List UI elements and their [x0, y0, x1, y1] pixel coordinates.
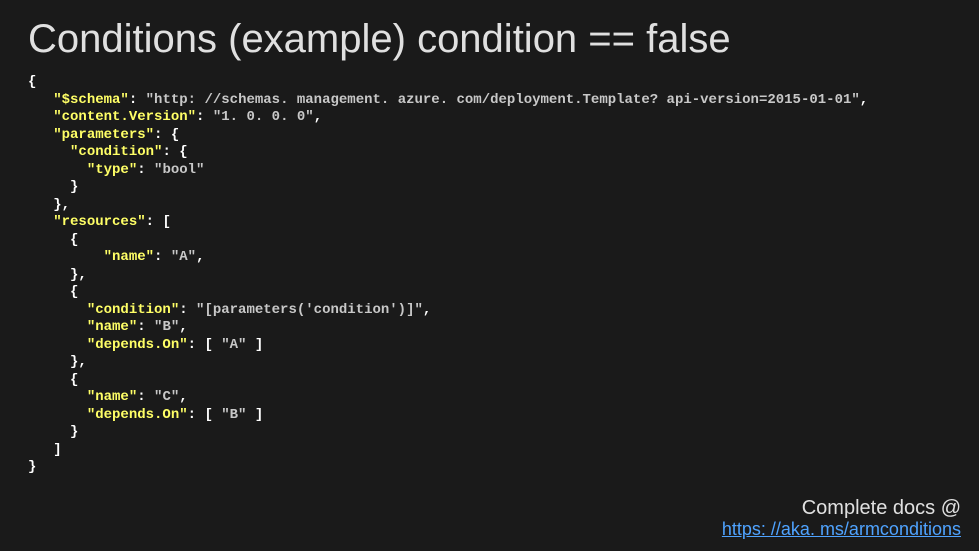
key-type: "type" — [87, 162, 137, 178]
footer-docs-label: Complete docs @ — [722, 497, 961, 519]
key-dependson-c: "depends.On" — [87, 407, 188, 423]
key-name-c: "name" — [87, 389, 137, 405]
key-contentversion: "content.Version" — [53, 109, 196, 125]
key-name-b: "name" — [87, 319, 137, 335]
val-type: "bool" — [154, 162, 204, 178]
val-name-a: "A" — [171, 249, 196, 265]
val-contentversion: "1. 0. 0. 0" — [213, 109, 314, 125]
footer: Complete docs @ https: //aka. ms/armcond… — [722, 497, 961, 541]
val-name-c: "C" — [154, 389, 179, 405]
key-dependson-b: "depends.On" — [87, 337, 188, 353]
key-condition: "condition" — [70, 144, 162, 160]
footer-link[interactable]: https: //aka. ms/armconditions — [722, 519, 961, 541]
key-resources: "resources" — [53, 214, 145, 230]
code-block: { "$schema": "http: //schemas. managemen… — [28, 74, 951, 477]
key-schema: "$schema" — [53, 92, 129, 108]
val-name-b: "B" — [154, 319, 179, 335]
key-parameters: "parameters" — [53, 127, 154, 143]
key-condition-b: "condition" — [87, 302, 179, 318]
val-schema: "http: //schemas. management. azure. com… — [146, 92, 860, 108]
val-dep-a: "A" — [221, 337, 246, 353]
key-name-a: "name" — [104, 249, 154, 265]
val-condexpr: "[parameters('condition')]" — [196, 302, 423, 318]
page-title: Conditions (example) condition == false — [28, 18, 951, 60]
slide: Conditions (example) condition == false … — [0, 0, 979, 551]
val-dep-b: "B" — [221, 407, 246, 423]
